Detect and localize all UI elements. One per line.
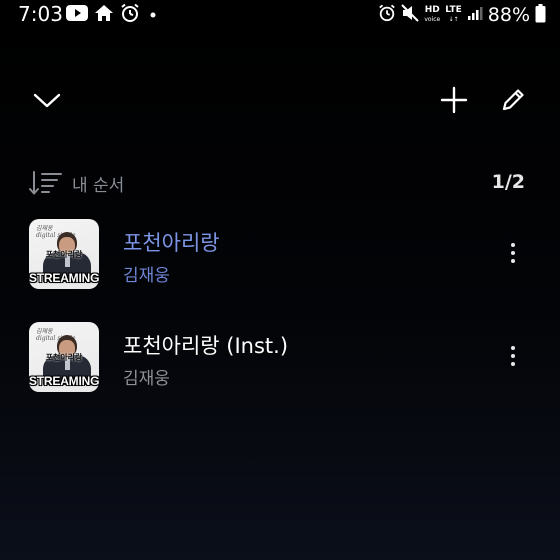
track-list: 김재웅 digital single 포천아리랑 STREAMING 포천아리랑… <box>0 210 560 416</box>
album-art-badge: STREAMING <box>29 271 99 285</box>
pencil-icon <box>502 89 524 111</box>
more-vertical-icon <box>511 243 515 247</box>
notification-dot-icon <box>146 5 160 25</box>
alarm-icon <box>378 4 396 26</box>
signal-icon <box>467 5 483 25</box>
alarm-icon <box>120 3 140 27</box>
status-right-icons: HD voice LTE ↓↑ 88% <box>378 3 546 27</box>
player-toolbar <box>0 80 560 120</box>
edit-button[interactable] <box>493 80 533 120</box>
track-title: 포천아리랑 <box>123 231 220 255</box>
more-options-button[interactable] <box>500 339 526 373</box>
plus-icon <box>440 86 468 114</box>
track-artist: 김재웅 <box>123 369 170 389</box>
chevron-down-icon <box>33 93 61 108</box>
album-art-badge: STREAMING <box>29 374 99 388</box>
hd-voice-icon: HD voice <box>424 5 441 24</box>
lte-icon: LTE ↓↑ <box>445 5 462 24</box>
battery-icon <box>535 3 546 27</box>
more-options-button[interactable] <box>500 236 526 270</box>
status-left-icons <box>66 3 160 27</box>
youtube-icon <box>66 5 88 25</box>
add-button[interactable] <box>434 80 474 120</box>
status-bar: 7:03 HD voice LTE ↓↑ 88% <box>0 0 560 30</box>
collapse-button[interactable] <box>27 80 67 120</box>
more-vertical-icon <box>511 346 515 350</box>
album-art: 김재웅 digital single 포천아리랑 STREAMING <box>29 322 99 392</box>
list-item[interactable]: 김재웅 digital single 포천아리랑 STREAMING 포천아리랑… <box>0 313 560 416</box>
album-art-title: 포천아리랑 <box>45 250 83 259</box>
home-network-icon <box>94 4 114 26</box>
track-artist: 김재웅 <box>123 266 170 286</box>
page-counter: 1/2 <box>491 171 525 193</box>
battery-percent: 88% <box>487 4 530 26</box>
sort-button[interactable]: 내 순서 <box>28 168 124 198</box>
sort-label: 내 순서 <box>72 175 125 196</box>
sort-icon <box>29 171 62 195</box>
album-art-title: 포천아리랑 <box>45 353 83 362</box>
sort-row: 내 순서 1/2 <box>0 166 560 200</box>
list-item[interactable]: 김재웅 digital single 포천아리랑 STREAMING 포천아리랑… <box>0 210 560 313</box>
mute-icon <box>401 4 420 26</box>
track-title: 포천아리랑 (Inst.) <box>123 334 289 358</box>
album-art: 김재웅 digital single 포천아리랑 STREAMING <box>29 219 99 289</box>
status-time: 7:03 <box>18 2 63 26</box>
